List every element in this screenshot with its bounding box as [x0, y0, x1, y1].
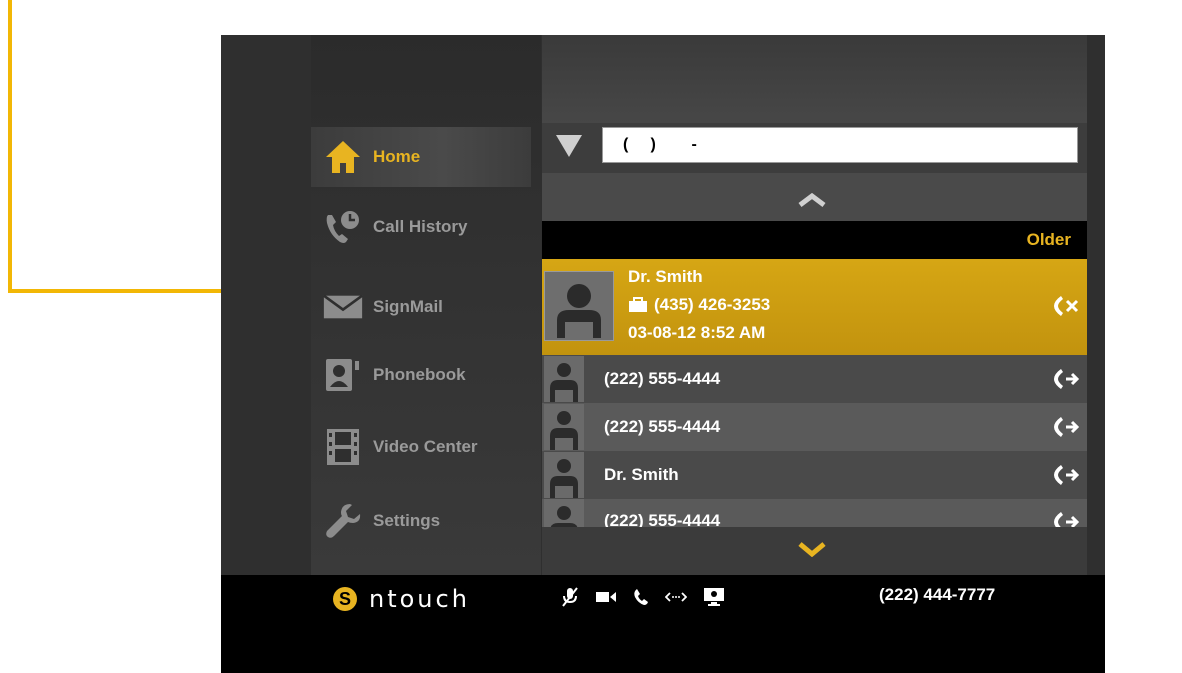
list-item-label: (222) 555-4444 [604, 369, 721, 388]
logo-mark: S [333, 587, 357, 611]
phonebook-icon [323, 355, 363, 395]
sidebar-item-label: Video Center [373, 437, 478, 456]
call-history-icon [323, 207, 363, 247]
ntouch-logo: S ntouch [333, 585, 470, 613]
sidebar-item-settings[interactable]: Settings [311, 491, 531, 551]
sidebar-item-phonebook[interactable]: Phonebook [311, 345, 531, 405]
outgoing-call-icon[interactable] [1053, 416, 1079, 438]
avatar [544, 404, 584, 450]
own-phone-number: (222) 444-7777 [879, 585, 996, 604]
avatar [544, 452, 584, 498]
phone-icon[interactable] [633, 588, 649, 606]
dropdown-triangle-icon[interactable] [556, 135, 582, 157]
callout-line [8, 0, 12, 292]
sidebar-item-label: Phonebook [373, 365, 466, 384]
sidebar-item-label: SignMail [373, 297, 443, 316]
top-bar [542, 35, 1087, 123]
list-item[interactable]: Dr. Smith [542, 451, 1087, 499]
sidebar-item-label: Call History [373, 217, 468, 236]
contact-phone: (435) 426-3253 [628, 295, 770, 315]
list-item[interactable]: (222) 555-4444 [542, 403, 1087, 451]
wrench-icon [323, 501, 363, 541]
list-item[interactable]: (222) 555-4444 [542, 499, 1087, 527]
dial-row [542, 123, 1087, 173]
avatar [544, 499, 584, 527]
sidebar-item-label: Settings [373, 511, 441, 530]
list-item-label: (222) 555-4444 [604, 417, 721, 436]
avatar [544, 271, 614, 341]
list-item[interactable]: (222) 555-4444 [542, 355, 1087, 403]
call-history-panel: Older Dr. Smith (435) 426-3253 03-08-12 … [542, 35, 1087, 575]
film-icon [323, 427, 363, 467]
transfer-icon[interactable] [665, 590, 687, 604]
list-item-label: Dr. Smith [604, 465, 679, 484]
chevron-up-icon [798, 193, 826, 207]
home-icon [323, 137, 363, 177]
ntouch-window: Home Call History SignMail Phonebook Vid… [221, 35, 1105, 673]
missed-call-icon[interactable] [1053, 295, 1079, 317]
sidebar-item-label: Home [373, 147, 421, 166]
logo-text: ntouch [369, 585, 470, 613]
video-camera-icon[interactable] [595, 590, 617, 604]
call-timestamp: 03-08-12 8:52 AM [628, 323, 766, 342]
contact-phone-number: (435) 426-3253 [654, 295, 771, 314]
sidebar-nav: Home Call History SignMail Phonebook Vid… [311, 35, 541, 575]
scroll-up-button[interactable] [542, 173, 1087, 221]
list-item-label: (222) 555-4444 [604, 511, 721, 527]
scroll-down-button[interactable] [542, 527, 1087, 575]
contact-name: Dr. Smith [628, 267, 703, 286]
phone-number-input[interactable] [602, 127, 1078, 163]
older-button[interactable]: Older [1027, 230, 1071, 250]
sidebar-item-call-history[interactable]: Call History [311, 197, 531, 257]
outgoing-call-icon[interactable] [1053, 464, 1079, 486]
status-icons [561, 587, 725, 607]
sidebar-item-signmail[interactable]: SignMail [311, 277, 531, 337]
briefcase-icon [629, 297, 647, 312]
sidebar-item-video-center[interactable]: Video Center [311, 417, 531, 477]
sidebar-item-home[interactable]: Home [311, 127, 531, 187]
avatar [544, 356, 584, 402]
selected-history-entry[interactable]: Dr. Smith (435) 426-3253 03-08-12 8:52 A… [542, 259, 1087, 355]
envelope-icon [323, 287, 363, 327]
chevron-down-icon [798, 542, 826, 557]
screen-share-icon[interactable] [703, 587, 725, 607]
outgoing-call-icon[interactable] [1053, 368, 1079, 390]
history-filter-bar: Older [542, 221, 1087, 259]
status-bar: S ntouch (222) 444-7777 [221, 575, 1105, 673]
microphone-muted-icon[interactable] [561, 587, 579, 607]
outgoing-call-icon[interactable] [1053, 511, 1079, 527]
